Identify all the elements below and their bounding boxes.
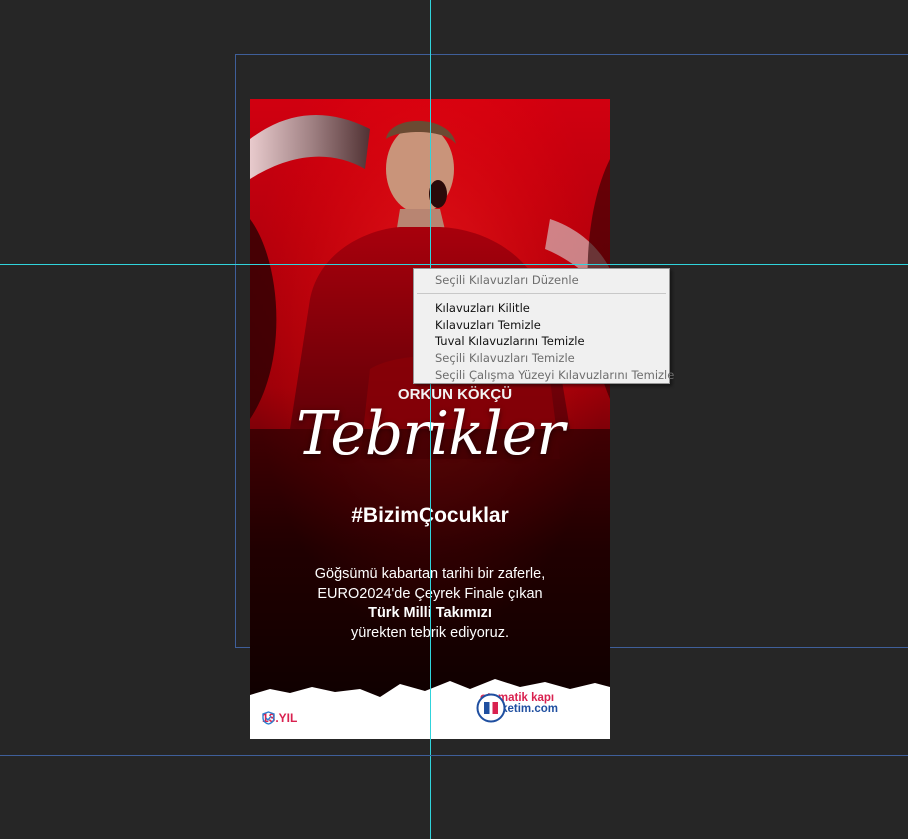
vertical-guide[interactable] — [430, 0, 431, 839]
menu-item-clear-selected-artboard-guides[interactable]: Seçili Çalışma Yüzeyi Kılavuzlarını Temi… — [435, 367, 674, 384]
guides-context-menu: Seçili Kılavuzları Düzenle Kılavuzları K… — [413, 268, 674, 384]
menu-item-lock-guides[interactable]: Kılavuzları Kilitle — [435, 300, 530, 317]
year-badge: 13.YIL — [262, 711, 301, 725]
menu-item-clear-guides[interactable]: Kılavuzları Temizle — [435, 317, 541, 334]
menu-item-clear-selected-guides[interactable]: Seçili Kılavuzları Temizle — [435, 350, 575, 367]
menu-separator — [417, 293, 666, 294]
horizontal-guide[interactable] — [0, 264, 908, 265]
menu-item-edit-selected-guides[interactable]: Seçili Kılavuzları Düzenle — [435, 272, 579, 289]
artboard-bottom-edge — [0, 755, 908, 756]
canvas-workspace[interactable]: ORKUN KÖKÇÜ Tebrikler #BizimÇocuklar Göğ… — [0, 0, 908, 839]
brand-logo: otomatik kapı marketim.com — [476, 692, 558, 723]
menu-item-clear-canvas-guides[interactable]: Tuval Kılavuzlarını Temizle — [435, 333, 585, 350]
